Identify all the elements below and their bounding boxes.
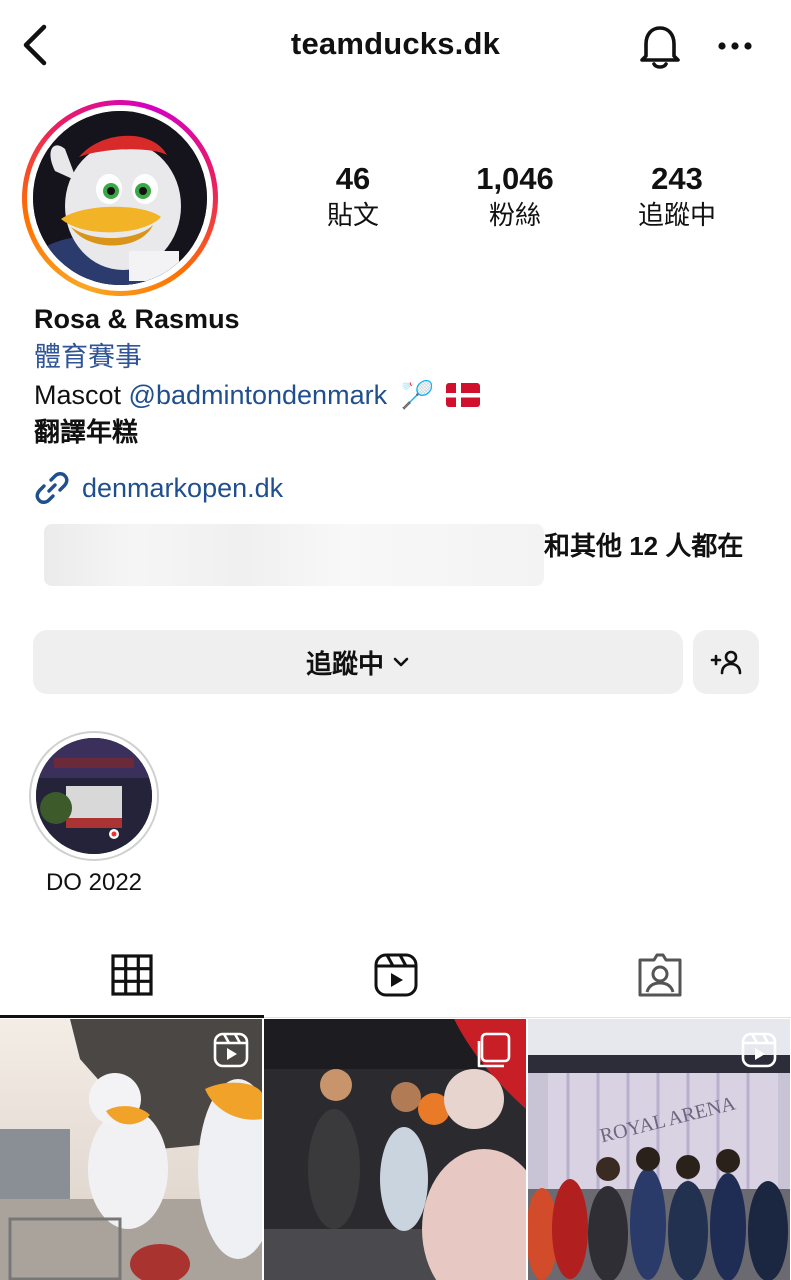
denmark-flag-icon [445, 383, 480, 407]
mutual-followers-text: 和其他 12 人都在 [544, 531, 744, 561]
link-chain-icon [35, 472, 69, 504]
following-button-label: 追蹤中 [305, 648, 384, 679]
reels-icon [213, 1032, 249, 1068]
notifications-button[interactable] [634, 20, 686, 72]
following-button[interactable]: 追蹤中 [33, 630, 683, 694]
chevron-down-icon [392, 656, 410, 668]
active-tab-indicator [0, 1015, 264, 1018]
display-name: Rosa & Rasmus [34, 304, 240, 334]
reels-icon [374, 953, 418, 997]
carousel-icon [477, 1032, 511, 1068]
reels-icon [741, 1032, 777, 1068]
badminton-emoji: 🏸 [400, 380, 435, 410]
story-highlight-label: DO 2022 [45, 869, 143, 896]
duck-mascot-avatar-image [33, 111, 207, 285]
followers-count-label: 粉絲 [488, 200, 541, 230]
add-person-icon [710, 650, 742, 675]
following-count[interactable]: 243 追蹤中 [602, 160, 752, 232]
story-highlight-thumbnail [36, 738, 152, 854]
top-bar: teamducks.dk [0, 0, 791, 92]
blurred-mutual-followers [44, 524, 544, 586]
tab-reels[interactable] [264, 932, 528, 1018]
website-link-text: denmarkopen.dk [82, 472, 284, 503]
profile-stats: 46 貼文 1,046 粉絲 243 追蹤中 [292, 160, 752, 240]
posts-grid-icon [111, 954, 153, 996]
posts-count-label: 貼文 [326, 200, 379, 230]
translate-bio-link[interactable]: 翻譯年糕 [34, 414, 764, 450]
following-count-value: 243 [651, 161, 703, 196]
bell-icon [640, 26, 680, 69]
posts-grid: ROYAL ARENA [0, 1019, 791, 1280]
followers-count[interactable]: 1,046 粉絲 [440, 160, 590, 232]
grid-post[interactable] [0, 1019, 262, 1280]
avatar [33, 111, 207, 285]
more-options-button[interactable] [712, 28, 758, 64]
story-highlight[interactable]: DO 2022 [29, 731, 159, 897]
tab-posts-grid[interactable] [0, 932, 264, 1018]
bio-mention-link[interactable]: @badmintondenmark [129, 380, 388, 410]
followers-count-value: 1,046 [476, 161, 554, 196]
following-count-label: 追蹤中 [637, 200, 716, 230]
suggested-people-button[interactable] [693, 630, 759, 694]
more-dots-icon [718, 42, 752, 50]
grid-post[interactable] [264, 1019, 526, 1280]
posts-count-value: 46 [335, 161, 371, 196]
tagged-icon [638, 953, 682, 997]
website-link[interactable]: denmarkopen.dk [34, 468, 283, 508]
tab-tagged[interactable] [528, 932, 791, 1018]
mutual-followers-row[interactable]: 和其他 12 人都在 [44, 520, 764, 592]
profile-category[interactable]: 體育賽事 [34, 338, 764, 376]
posts-count[interactable]: 46 貼文 [278, 160, 428, 232]
profile-avatar-story-ring[interactable] [22, 100, 218, 296]
bio-prefix: Mascot [34, 380, 129, 410]
profile-tabs [0, 932, 791, 1018]
profile-bio: Rosa & Rasmus 體育賽事 Mascot @badmintondenm… [34, 300, 764, 450]
bio-text-line: Mascot @badmintondenmark 🏸 [34, 376, 764, 414]
grid-post[interactable]: ROYAL ARENA [528, 1019, 790, 1280]
story-highlight-ring [29, 731, 159, 861]
